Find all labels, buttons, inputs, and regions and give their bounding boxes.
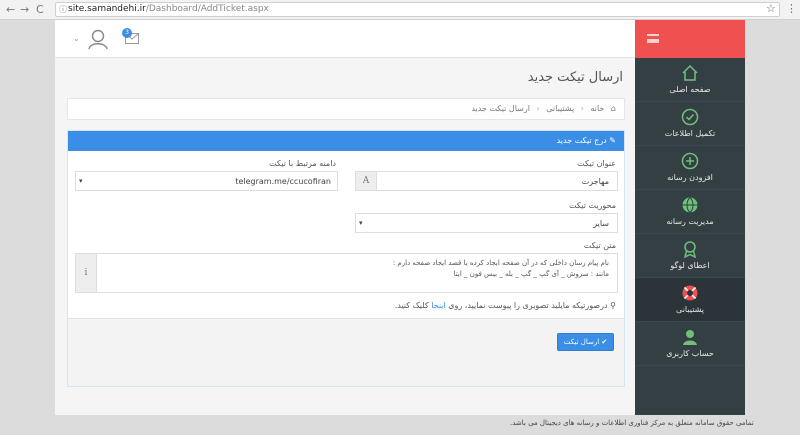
paperclip-icon: ⚲: [610, 301, 616, 310]
submit-ticket-button[interactable]: ✔ ارسال تیکت: [557, 333, 614, 351]
sidebar-item-support[interactable]: پشتیبانی: [635, 278, 745, 322]
forward-arrow-icon[interactable]: →: [20, 3, 29, 16]
address-bar[interactable]: ⓘ site.samandehi.ir/Dashboard/AddTicket.…: [55, 2, 780, 17]
panel-title: درج تیکت جدید: [556, 136, 607, 145]
breadcrumb-separator: ‹: [580, 104, 584, 113]
body-label: متن تیکت: [583, 241, 616, 250]
sidebar-item-label: افزودن رسانه: [667, 173, 713, 182]
globe-icon: [682, 197, 698, 213]
url-host: site.samandehi.ir: [68, 4, 146, 14]
notification-badge: 3: [122, 28, 132, 38]
select-caret-icon: ▾: [359, 219, 363, 227]
sidebar-item-home[interactable]: صفحه اصلی: [635, 58, 745, 102]
reload-icon[interactable]: C: [36, 3, 44, 16]
ticket-body-line: مانند : سروش _ آی گپ _ گپ _ بله _ بیس فو…: [453, 270, 609, 278]
upload-link[interactable]: اینجا: [431, 301, 445, 310]
lifebuoy-icon: [682, 285, 698, 301]
ticket-title-label: عنوان تیکت: [577, 159, 616, 168]
sidebar-item-manage-media[interactable]: مدیریت رسانه: [635, 190, 745, 234]
panel-header: ✎ درج تیکت جدید: [68, 131, 624, 151]
sidebar-item-label: مدیریت رسانه: [666, 217, 714, 226]
ticket-body-line: نام پیام رسان داخلی که در آن صفحه ایجاد …: [392, 259, 609, 267]
sidebar-item-logo-award[interactable]: اعطای لوگو: [635, 234, 745, 278]
select-caret-icon: ▾: [79, 177, 83, 185]
avatar-icon[interactable]: [87, 28, 109, 50]
browser-menu-icon[interactable]: ⋮: [786, 2, 797, 15]
sidebar-item-complete-info[interactable]: تکمیل اطلاعات: [635, 102, 745, 146]
breadcrumb: ⌂ خانه ‹ پشتیبانی ‹ ارسال تیکت جدید: [67, 98, 625, 120]
breadcrumb-home[interactable]: خانه: [590, 104, 604, 113]
sidebar-item-add-media[interactable]: افزودن رسانه: [635, 146, 745, 190]
ticket-form-panel: ✎ درج تیکت جدید عنوان تیکت مهاجرت A دامن…: [67, 130, 625, 387]
app-frame: ⌄ 3 صفحه اصلی تکمیل اطلاعات افزودن رسانه…: [55, 20, 745, 415]
check-icon: ✔: [601, 338, 608, 346]
copyright-text: تمامی حقوق سامانه متعلق به مرکز فناوری ا…: [510, 419, 754, 427]
top-bar: ⌄ 3: [55, 20, 635, 58]
submit-label: ارسال تیکت: [563, 338, 600, 346]
bookmark-star-icon[interactable]: ☆: [766, 2, 776, 15]
upload-note-prefix: درصورتیکه مایلید تصویری را پیوست نمایید،…: [448, 301, 608, 310]
ticket-title-input[interactable]: مهاجرت: [376, 171, 618, 191]
info-icon: i: [75, 253, 97, 293]
sidebar: صفحه اصلی تکمیل اطلاعات افزودن رسانه مدی…: [635, 20, 745, 415]
info-icon: ⓘ: [59, 5, 67, 14]
browser-toolbar: ← → C ⓘ site.samandehi.ir/Dashboard/AddT…: [0, 0, 800, 20]
url-path: /Dashboard/AddTicket.aspx: [145, 4, 269, 14]
sidebar-item-account[interactable]: حساب کاربری: [635, 322, 745, 366]
hamburger-menu-icon[interactable]: [647, 34, 659, 43]
upload-note: ⚲ درصورتیکه مایلید تصویری را پیوست نمایی…: [395, 301, 616, 310]
plus-circle-icon: [681, 152, 699, 170]
sidebar-item-label: تکمیل اطلاعات: [664, 129, 716, 138]
sidebar-item-label: صفحه اصلی: [669, 85, 711, 94]
home-small-icon: ⌂: [610, 104, 616, 113]
chevron-down-icon[interactable]: ⌄: [73, 34, 80, 43]
back-arrow-icon[interactable]: ←: [6, 3, 15, 16]
breadcrumb-separator: ‹: [536, 104, 540, 113]
breadcrumb-current: ارسال تیکت جدید: [471, 104, 530, 113]
text-type-icon: A: [355, 171, 377, 191]
user-icon: [683, 330, 697, 345]
pencil-icon: ✎: [609, 136, 616, 145]
sidebar-item-label: پشتیبانی: [676, 305, 704, 314]
priority-label: محوریت تیکت: [569, 201, 616, 210]
domain-label: دامنه مرتبط با تیکت: [269, 159, 336, 168]
sidebar-item-label: اعطای لوگو: [670, 261, 710, 270]
upload-note-suffix: کلیک کنید.: [394, 301, 429, 310]
home-icon: [682, 64, 698, 81]
sidebar-item-label: حساب کاربری: [666, 349, 714, 358]
breadcrumb-support[interactable]: پشتیبانی: [546, 104, 574, 113]
domain-select[interactable]: telegram.me/ccucofiran: [75, 171, 338, 191]
award-icon: [683, 241, 697, 258]
priority-select[interactable]: سایر: [355, 213, 618, 233]
sidebar-header: [635, 20, 745, 58]
check-circle-icon: [681, 108, 699, 126]
page-title: ارسال تیکت جدید: [527, 70, 623, 85]
form-footer: ✔ ارسال تیکت: [68, 318, 624, 386]
ticket-body-textarea[interactable]: نام پیام رسان داخلی که در آن صفحه ایجاد …: [96, 253, 618, 293]
